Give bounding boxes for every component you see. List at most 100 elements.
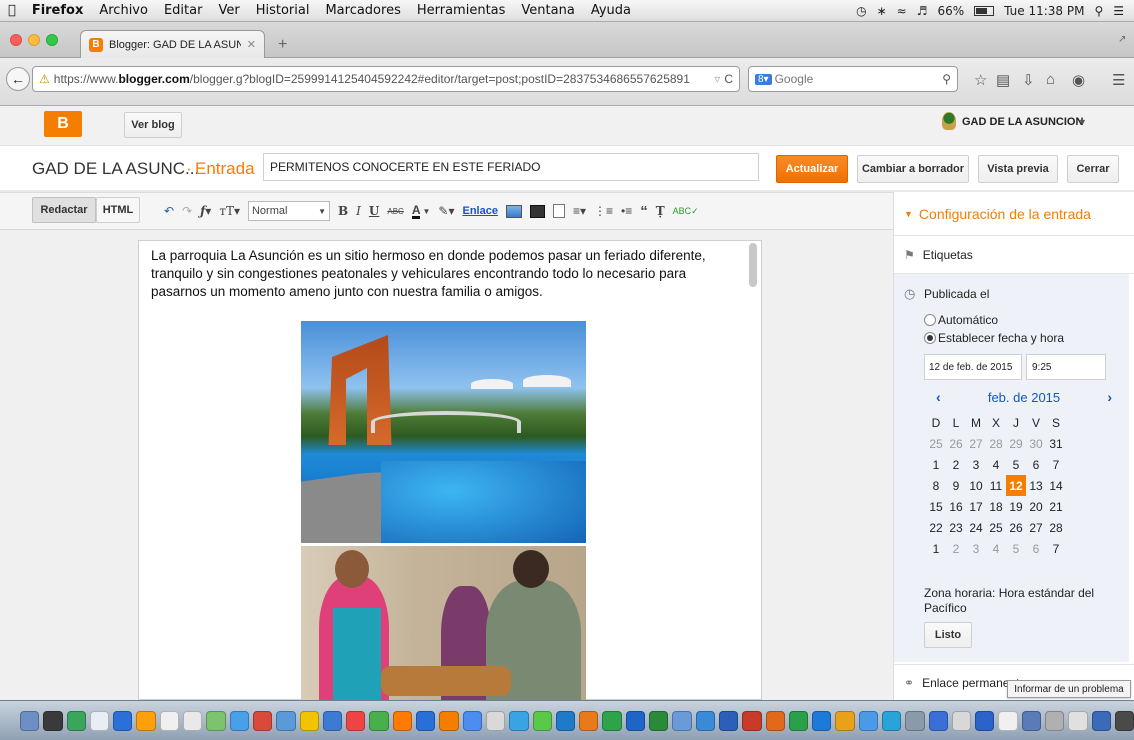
cal-day[interactable]: 9 [946,475,966,496]
menu-editar[interactable]: Editar [156,3,211,18]
spellcheck-icon[interactable]: ABC✓ [673,206,699,217]
fullscreen-icon[interactable]: ↗ [1118,34,1126,45]
clock[interactable]: Tue 11:38 PM [1004,4,1084,18]
cal-day[interactable]: 25 [986,517,1006,538]
numbered-list-icon[interactable]: ⋮≡ [594,204,613,218]
dock-app-icon[interactable] [881,710,902,731]
dock-app-icon[interactable] [206,710,226,731]
cal-day[interactable]: 27 [966,433,986,454]
dock-app-icon[interactable] [905,710,925,731]
back-button-icon[interactable]: ← [6,67,30,91]
dock-app-icon[interactable] [322,710,343,731]
cal-day[interactable]: 15 [926,496,946,517]
search-icon[interactable]: ⚲ [942,72,951,86]
cal-day[interactable]: 20 [1026,496,1046,517]
search-bar[interactable]: 8▾ Google ⚲ [748,66,958,92]
chat-icon[interactable]: ◉ [1072,71,1085,89]
people-photo[interactable] [301,546,586,701]
cal-day[interactable]: 25 [926,433,946,454]
view-blog-button[interactable]: Ver blog [124,112,182,138]
menu-marcadores[interactable]: Marcadores [317,3,408,18]
close-tab-icon[interactable]: ✕ [247,38,256,51]
dock-app-icon[interactable] [532,710,552,731]
dock-app-icon[interactable] [718,710,739,731]
cal-day[interactable]: 26 [1006,517,1026,538]
pool-photo[interactable] [301,321,586,543]
blogger-logo-icon[interactable]: B [44,111,82,137]
dock-app-icon[interactable] [276,710,296,731]
quote-icon[interactable]: “ [640,203,648,220]
cal-day[interactable]: 14 [1046,475,1066,496]
cal-next-icon[interactable]: › [1107,389,1112,405]
google-search-engine-icon[interactable]: 8▾ [755,73,772,85]
cal-day[interactable]: 21 [1046,496,1066,517]
minimize-window-button[interactable] [28,34,40,46]
new-tab-icon[interactable]: + [278,36,287,54]
menu-historial[interactable]: Historial [248,3,318,18]
reload-icon[interactable]: C [720,72,733,86]
dock-app-icon[interactable] [462,710,482,731]
dock-app-icon[interactable] [89,710,110,731]
downloads-icon[interactable]: ⇩ [1022,71,1035,89]
date-input[interactable]: 12 de feb. de 2015 [924,354,1022,380]
cal-day[interactable]: 6 [1026,454,1046,475]
dock-app-icon[interactable] [159,710,180,731]
reading-list-icon[interactable]: ▤ [996,71,1010,89]
link-button[interactable]: Enlace [462,205,497,217]
home-icon[interactable]: ⌂ [1046,71,1055,88]
dock-app-icon[interactable] [579,710,599,731]
url-bar[interactable]: ⚠ https://www. blogger.com /blogger.g?bl… [32,66,740,92]
blog-menu-chevron-icon[interactable]: ▼ [1078,117,1087,127]
dropdown-icon[interactable]: ▿ [710,72,720,86]
dock-app-icon[interactable] [113,710,133,731]
dock-app-icon[interactable] [1021,710,1042,731]
cal-day[interactable]: 17 [966,496,986,517]
dock-app-icon[interactable] [346,710,366,731]
radio-automatic[interactable] [924,314,936,326]
cal-day[interactable]: 10 [966,475,986,496]
dock-app-icon[interactable] [835,710,855,731]
insert-image-icon[interactable] [505,204,522,218]
dock-app-icon[interactable] [439,710,459,731]
apple-icon[interactable]:  [0,3,24,18]
dock-app-icon[interactable] [299,710,319,731]
time-machine-icon[interactable]: ◷ [856,4,866,18]
cal-day[interactable]: 27 [1026,517,1046,538]
dock-app-icon[interactable] [1068,710,1088,731]
dock-app-icon[interactable] [1045,710,1065,731]
dock-app-icon[interactable] [252,710,273,731]
time-input[interactable]: 9:25 [1026,354,1106,380]
align-icon[interactable]: ≡▾ [573,204,586,218]
text-color-icon[interactable]: A [411,204,421,219]
cal-day[interactable]: 22 [926,517,946,538]
dock-app-icon[interactable] [555,710,576,731]
cal-day[interactable]: 31 [1046,433,1066,454]
dock-app-icon[interactable] [229,710,249,731]
dock-app-icon[interactable] [485,710,506,731]
cal-day[interactable]: 6 [1026,538,1046,559]
menu-archivo[interactable]: Archivo [91,3,156,18]
cal-day[interactable]: 4 [986,538,1006,559]
menu-app-name[interactable]: Firefox [24,3,92,18]
dock-app-icon[interactable] [975,710,995,731]
dock-app-icon[interactable] [928,710,948,731]
highlight-color-icon[interactable]: ✎▾ [438,204,454,218]
underline-icon[interactable]: U [369,204,379,218]
cal-day[interactable]: 7 [1046,538,1066,559]
cal-day[interactable]: 24 [966,517,986,538]
cal-day[interactable]: 28 [986,433,1006,454]
dock-app-icon[interactable] [695,710,715,731]
menu-ventana[interactable]: Ventana [513,3,582,18]
dock-app-icon[interactable] [812,710,832,731]
spotlight-icon[interactable]: ⚲ [1094,4,1103,18]
dock-app-icon[interactable] [858,710,878,731]
revert-to-draft-button[interactable]: Cambiar a borrador [857,155,969,183]
dock-app-icon[interactable] [649,710,669,731]
tab-blogger[interactable]: B Blogger: GAD DE LA ASUN... ✕ [80,30,265,58]
dock-app-icon[interactable] [509,710,529,731]
cal-prev-icon[interactable]: ‹ [936,389,941,405]
cal-day[interactable]: 5 [1006,454,1026,475]
dock-app-icon[interactable] [625,710,646,731]
bulleted-list-icon[interactable]: •≡ [621,204,632,218]
dock-app-icon[interactable] [183,710,203,731]
